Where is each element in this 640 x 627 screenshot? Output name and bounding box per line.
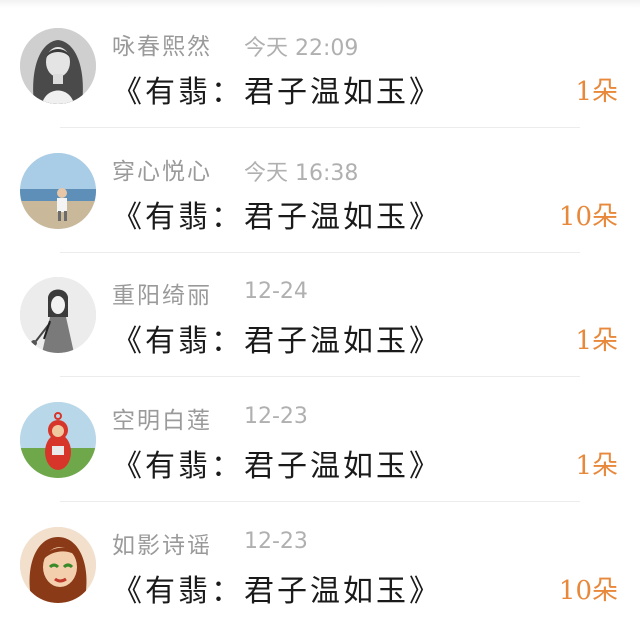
avatar-sketch-icon <box>20 277 96 353</box>
gift-list: 咏春熙然 今天 22:09 《有翡：君子温如玉》 1朵 穿心悦心 今天 16:3… <box>0 0 640 621</box>
avatar-beach-icon <box>20 153 96 229</box>
avatar[interactable] <box>20 153 96 229</box>
timestamp: 12-23 <box>244 529 308 554</box>
username[interactable]: 咏春熙然 <box>112 27 212 61</box>
flower-count: 1朵 <box>575 326 618 356</box>
gift-title: 《有翡：君子温如玉》 <box>112 324 442 359</box>
timestamp: 今天 16:38 <box>244 161 359 186</box>
flower-count: 10朵 <box>558 576 618 606</box>
gift-title: 《有翡：君子温如玉》 <box>112 574 442 609</box>
username[interactable]: 空明白莲 <box>112 401 212 435</box>
username[interactable]: 重阳绮丽 <box>112 276 212 310</box>
gift-title: 《有翡：君子温如玉》 <box>112 449 442 484</box>
avatar[interactable] <box>20 28 96 104</box>
list-item[interactable]: 如影诗谣 12-23 《有翡：君子温如玉》 10朵 <box>0 502 640 627</box>
avatar[interactable] <box>20 402 96 478</box>
gift-title: 《有翡：君子温如玉》 <box>112 200 442 235</box>
timestamp: 12-24 <box>244 279 308 304</box>
list-item[interactable]: 咏春熙然 今天 22:09 《有翡：君子温如玉》 1朵 <box>0 3 640 128</box>
avatar-teletubby-icon <box>20 402 96 478</box>
flower-count: 10朵 <box>558 202 618 232</box>
username[interactable]: 穿心悦心 <box>112 152 212 186</box>
flower-count: 1朵 <box>575 77 618 107</box>
avatar-cartoon-woman-icon <box>20 527 96 603</box>
timestamp: 12-23 <box>244 404 308 429</box>
list-item[interactable]: 重阳绮丽 12-24 《有翡：君子温如玉》 1朵 <box>0 252 640 377</box>
avatar[interactable] <box>20 527 96 603</box>
avatar[interactable] <box>20 277 96 353</box>
timestamp: 今天 22:09 <box>244 36 359 61</box>
flower-count: 1朵 <box>575 451 618 481</box>
avatar-woman-bw-icon <box>20 28 96 104</box>
username[interactable]: 如影诗谣 <box>112 526 212 560</box>
list-item[interactable]: 穿心悦心 今天 16:38 《有翡：君子温如玉》 10朵 <box>0 128 640 253</box>
list-item[interactable]: 空明白莲 12-23 《有翡：君子温如玉》 1朵 <box>0 377 640 502</box>
gift-title: 《有翡：君子温如玉》 <box>112 75 442 110</box>
